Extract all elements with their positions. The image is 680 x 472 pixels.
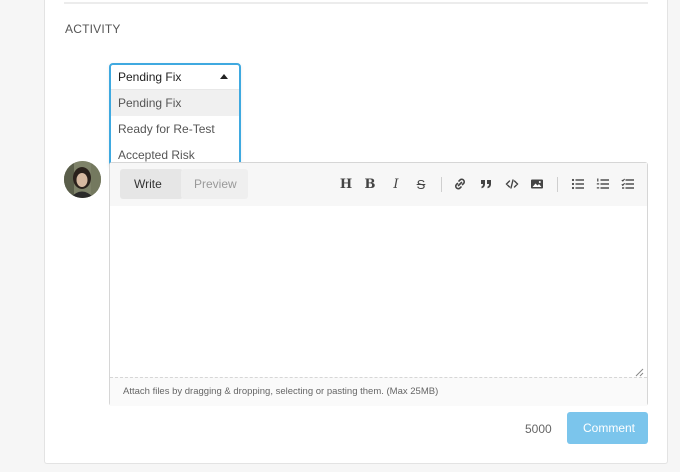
- comment-button-label: Comment: [583, 421, 636, 435]
- attach-hint-text: Attach files by dragging & dropping, sel…: [123, 386, 439, 397]
- status-select-current[interactable]: Pending Fix: [111, 65, 239, 89]
- link-icon[interactable]: [452, 177, 468, 193]
- toolbar-separator: [557, 177, 558, 192]
- italic-icon[interactable]: I: [388, 177, 404, 193]
- status-selected-label: Pending Fix: [118, 70, 182, 84]
- strikethrough-icon[interactable]: S: [413, 177, 429, 193]
- comment-textarea[interactable]: [110, 206, 647, 377]
- section-divider: [64, 2, 648, 4]
- character-count: 5000: [525, 422, 552, 436]
- task-list-icon[interactable]: [620, 177, 636, 193]
- resize-handle-icon[interactable]: [635, 364, 644, 377]
- caret-up-icon[interactable]: [220, 74, 228, 79]
- toolbar-separator: [441, 177, 442, 192]
- tab-write-label: Write: [134, 177, 162, 191]
- tab-preview[interactable]: Preview: [181, 169, 248, 199]
- heading-icon[interactable]: H: [338, 177, 354, 193]
- option-label: Accepted Risk: [118, 148, 195, 162]
- code-icon[interactable]: [504, 177, 520, 193]
- bold-icon[interactable]: B: [362, 177, 378, 193]
- status-dropdown[interactable]: Pending Fix Pending Fix Ready for Re-Tes…: [109, 63, 241, 168]
- activity-heading: ACTIVITY: [65, 22, 121, 36]
- tab-write[interactable]: Write: [120, 169, 183, 199]
- status-option-ready-for-retest[interactable]: Ready for Re-Test: [111, 116, 239, 142]
- attach-files-area[interactable]: Attach files by dragging & dropping, sel…: [110, 377, 647, 406]
- bulleted-list-icon[interactable]: [570, 177, 586, 193]
- option-label: Pending Fix: [118, 96, 182, 110]
- comment-button[interactable]: Comment: [567, 412, 648, 444]
- comment-editor: Write Preview H B I S Attach files by dr…: [109, 162, 648, 406]
- quote-icon[interactable]: [478, 177, 494, 193]
- numbered-list-icon[interactable]: [595, 177, 611, 193]
- status-option-pending-fix[interactable]: Pending Fix: [111, 90, 239, 116]
- option-label: Ready for Re-Test: [118, 122, 215, 136]
- image-icon[interactable]: [529, 177, 545, 193]
- avatar: [64, 161, 101, 198]
- tab-preview-label: Preview: [194, 177, 237, 191]
- editor-toolbar: Write Preview H B I S: [110, 163, 647, 207]
